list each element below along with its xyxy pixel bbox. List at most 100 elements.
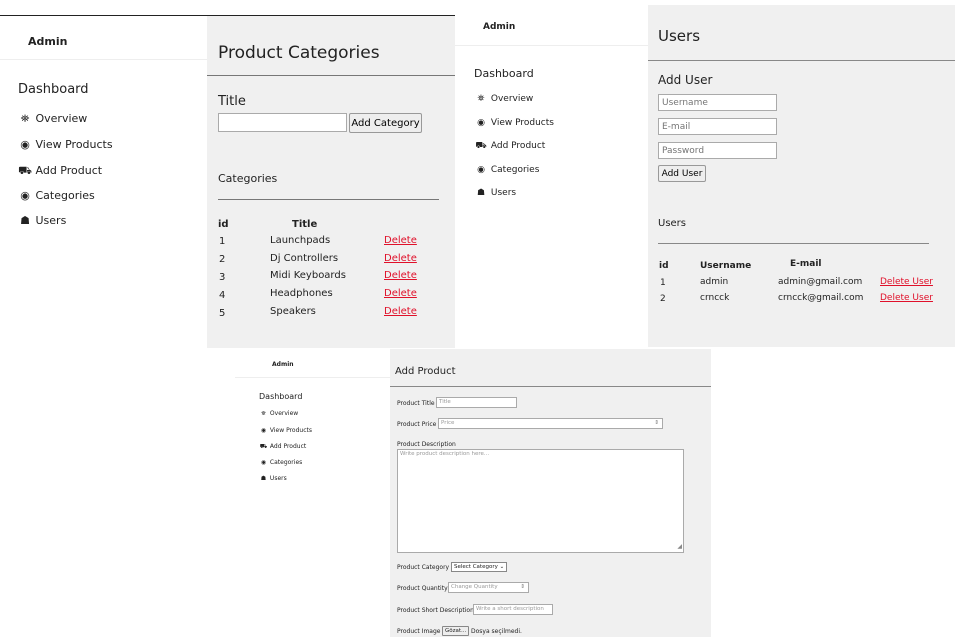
no-file-text: Dosya seçilmedi. bbox=[471, 628, 522, 635]
users-icon: ☗ bbox=[476, 188, 486, 198]
row-title: Midi Keyboards bbox=[270, 270, 346, 281]
divider bbox=[218, 199, 439, 200]
nav-item-view-products[interactable]: ◉ View Products bbox=[474, 118, 554, 128]
binoculars-icon: ⛯ bbox=[477, 94, 485, 104]
row-id: 1 bbox=[219, 236, 226, 247]
category-label: Product Category bbox=[397, 564, 450, 571]
dot-circle-icon: ◉ bbox=[477, 165, 485, 175]
column-header-title: Title bbox=[292, 219, 318, 230]
page-title: Users bbox=[658, 27, 701, 45]
delete-link[interactable]: Delete bbox=[384, 253, 417, 264]
nav-item-categories[interactable]: ◉ Categories bbox=[18, 189, 95, 202]
product-title-label: Product Title bbox=[397, 400, 435, 407]
brand-title: Admin bbox=[483, 22, 516, 32]
users-main: Users Add User Add User Users id Usernam… bbox=[648, 5, 955, 347]
short-description-input[interactable]: Write a short description bbox=[473, 604, 553, 615]
users-icon: ☗ bbox=[20, 214, 30, 227]
chevron-down-icon: ⌄ bbox=[499, 564, 505, 570]
nav-item-categories[interactable]: ◉ Categories bbox=[259, 459, 302, 466]
product-title-input[interactable]: Title bbox=[436, 397, 517, 408]
delete-link[interactable]: Delete bbox=[384, 288, 417, 299]
category-select[interactable]: Select Category ⌄ bbox=[451, 562, 508, 572]
users-heading: Users bbox=[658, 218, 687, 229]
users-icon: ☗ bbox=[260, 475, 267, 482]
column-header-username: Username bbox=[700, 261, 752, 271]
dot-circle-icon: ◉ bbox=[20, 189, 30, 202]
cart-icon: ⛟ bbox=[259, 443, 268, 450]
row-username: crncck bbox=[700, 293, 730, 303]
divider bbox=[207, 75, 455, 76]
categories-sidebar: Admin Dashboard ⛯ Overview ◉ View Produc… bbox=[0, 15, 207, 255]
row-id: 3 bbox=[219, 272, 226, 283]
title-label: Title bbox=[218, 94, 246, 109]
nav-item-add-product[interactable]: ⛟ Add Product bbox=[18, 164, 102, 179]
column-header-id: id bbox=[218, 219, 229, 230]
row-title: Dj Controllers bbox=[270, 253, 339, 264]
row-email: admin@gmail.com bbox=[778, 277, 863, 287]
eye-icon: ◉ bbox=[477, 118, 485, 128]
description-label: Product Description bbox=[397, 441, 456, 448]
add-product-sidebar: Admin Dashboard ⛯ Overview ◉ View Produc… bbox=[235, 349, 390, 637]
quantity-input[interactable]: Change Quantity ⇕ bbox=[448, 582, 529, 593]
delete-user-link[interactable]: Delete User bbox=[880, 293, 933, 303]
binoculars-icon: ⛯ bbox=[261, 410, 266, 417]
nav-item-view-products[interactable]: ◉ View Products bbox=[259, 427, 312, 434]
spinner-icon[interactable]: ⇕ bbox=[654, 419, 659, 428]
browse-file-button[interactable]: Gözat... bbox=[442, 626, 470, 636]
column-header-id: id bbox=[659, 261, 669, 271]
nav-item-add-product[interactable]: ⛟ Add Product bbox=[259, 443, 307, 451]
cart-icon: ⛟ bbox=[475, 141, 487, 151]
email-input[interactable] bbox=[658, 118, 777, 135]
nav-item-overview[interactable]: ⛯ Overview bbox=[18, 112, 88, 126]
category-title-input[interactable] bbox=[218, 113, 347, 132]
row-id: 2 bbox=[219, 254, 226, 265]
divider bbox=[648, 60, 955, 61]
row-id: 5 bbox=[219, 308, 226, 319]
row-title: Launchpads bbox=[270, 235, 331, 246]
nav-item-overview[interactable]: ⛯ Overview bbox=[259, 410, 298, 418]
divider bbox=[455, 45, 648, 46]
row-title: Speakers bbox=[270, 306, 316, 317]
row-title: Headphones bbox=[270, 288, 333, 299]
categories-main: Product Categories Title Add Category Ca… bbox=[207, 15, 455, 348]
row-id: 1 bbox=[660, 278, 666, 288]
dashboard-heading: Dashboard bbox=[18, 82, 89, 97]
row-username: admin bbox=[700, 277, 729, 287]
delete-link[interactable]: Delete bbox=[384, 306, 417, 317]
divider bbox=[658, 243, 929, 244]
quantity-label: Product Quantity bbox=[397, 585, 448, 592]
brand-title: Admin bbox=[272, 361, 294, 368]
row-id: 4 bbox=[219, 290, 226, 301]
price-input[interactable]: Price ⇕ bbox=[438, 418, 663, 429]
dashboard-heading: Dashboard bbox=[474, 67, 534, 80]
delete-link[interactable]: Delete bbox=[384, 270, 417, 281]
nav-item-users[interactable]: ☗ Users bbox=[474, 188, 516, 198]
delete-user-link[interactable]: Delete User bbox=[880, 277, 933, 287]
add-user-button[interactable]: Add User bbox=[658, 165, 706, 182]
cart-icon: ⛟ bbox=[18, 164, 32, 177]
delete-link[interactable]: Delete bbox=[384, 235, 417, 246]
spinner-icon[interactable]: ⇕ bbox=[520, 583, 525, 592]
nav-item-categories[interactable]: ◉ Categories bbox=[474, 165, 539, 175]
eye-icon: ◉ bbox=[260, 427, 267, 434]
page-title: Product Categories bbox=[218, 43, 380, 63]
add-category-button[interactable]: Add Category bbox=[349, 113, 422, 133]
nav-item-add-product[interactable]: ⛟ Add Product bbox=[474, 141, 545, 152]
users-sidebar: Admin Dashboard ⛯ Overview ◉ View Produc… bbox=[455, 5, 648, 205]
add-user-heading: Add User bbox=[658, 73, 713, 87]
nav-item-view-products[interactable]: ◉ View Products bbox=[18, 138, 112, 151]
nav-item-users[interactable]: ☗ Users bbox=[259, 475, 287, 482]
add-product-main: Add Product Product Title Title Product … bbox=[390, 349, 711, 637]
description-textarea[interactable]: Write product description here... ◢ bbox=[397, 449, 684, 553]
nav-item-overview[interactable]: ⛯ Overview bbox=[474, 94, 533, 104]
nav-item-users[interactable]: ☗ Users bbox=[18, 214, 66, 227]
image-label: Product Image bbox=[397, 628, 441, 635]
price-label: Product Price bbox=[397, 421, 437, 428]
short-description-label: Product Short Description bbox=[397, 607, 474, 614]
password-input[interactable] bbox=[658, 142, 777, 159]
username-input[interactable] bbox=[658, 94, 777, 111]
row-id: 2 bbox=[660, 294, 666, 304]
brand-title: Admin bbox=[28, 35, 68, 48]
page-title: Add Product bbox=[395, 366, 456, 377]
resize-handle-icon[interactable]: ◢ bbox=[677, 542, 682, 551]
